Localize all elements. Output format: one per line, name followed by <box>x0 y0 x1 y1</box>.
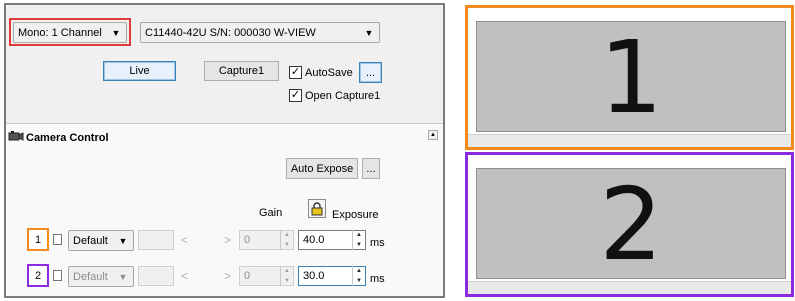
row2-exposure-field[interactable]: 30.0 ▲ ▼ <box>298 266 366 286</box>
row2-next-arrow-icon: > <box>224 269 232 283</box>
row2-gain-value: 0 <box>244 270 251 282</box>
capture1-button[interactable]: Capture1 <box>204 61 279 81</box>
camera-control-section: Camera Control ▲ Auto Expose ... Gain Ex… <box>6 124 443 296</box>
row1-unit: ms <box>370 237 385 249</box>
view-2[interactable]: 2 <box>465 152 794 297</box>
row2-preset-value: Default <box>73 270 108 283</box>
view-2-scrollbar[interactable] <box>468 281 791 294</box>
row1-index: 1 <box>29 230 47 249</box>
row2-color-field <box>138 266 174 286</box>
view-2-label: 2 <box>599 166 663 283</box>
autosave-label: AutoSave <box>305 67 353 79</box>
row2-unit: ms <box>370 273 385 285</box>
auto-expose-button[interactable]: Auto Expose <box>286 158 358 179</box>
checkmark-icon: ✓ <box>290 89 301 101</box>
camera-icon <box>8 131 24 141</box>
row2-gain-field: 0 ▲ ▼ <box>239 266 294 286</box>
camera-select-value: C11440-42U S/N: 000030 W-VIEW <box>145 26 316 39</box>
open-capture-checkbox[interactable]: ✓ <box>289 89 302 102</box>
view-1-scrollbar[interactable] <box>468 134 791 147</box>
camera-control-title: Camera Control <box>26 132 109 144</box>
row2-gain-spinner: ▲ ▼ <box>280 266 293 286</box>
row1-enable-checkbox[interactable] <box>53 234 62 245</box>
row1-prev-arrow-icon: < <box>181 233 189 247</box>
acquisition-section: Mono: 1 Channel ▼ C11440-42U S/N: 000030… <box>6 5 443 123</box>
view-2-image: 2 <box>476 168 786 279</box>
row2-exposure-spinner[interactable]: ▲ ▼ <box>352 266 365 286</box>
chevron-down-icon: ▼ <box>111 27 121 38</box>
row1-gain-value: 0 <box>244 234 251 246</box>
row1-color-field <box>138 230 174 250</box>
gain-header: Gain <box>259 207 283 219</box>
view-1[interactable]: 1 <box>465 5 794 150</box>
camera-select[interactable]: C11440-42U S/N: 000030 W-VIEW ▼ <box>140 22 380 43</box>
autosave-checkbox[interactable]: ✓ <box>289 66 302 79</box>
mode-select-value: Mono: 1 Channel <box>18 26 102 39</box>
auto-expose-options-button[interactable]: ... <box>362 158 380 179</box>
padlock-icon[interactable] <box>308 199 326 218</box>
checkmark-icon: ✓ <box>290 66 301 78</box>
chevron-down-icon: ▼ <box>118 271 128 282</box>
row1-next-arrow-icon: > <box>224 233 232 247</box>
row1-exposure-value: 40.0 <box>303 234 325 246</box>
row2-preset-select[interactable]: Default ▼ <box>68 266 134 287</box>
autosave-options-button[interactable]: ... <box>359 62 382 83</box>
chevron-down-icon: ▼ <box>118 235 128 246</box>
row1-preset-value: Default <box>73 234 108 247</box>
row1-gain-field: 0 ▲ ▼ <box>239 230 294 250</box>
row2-prev-arrow-icon: < <box>181 269 189 283</box>
row1-exposure-spinner[interactable]: ▲ ▼ <box>352 230 365 250</box>
row1-preset-select[interactable]: Default ▼ <box>68 230 134 251</box>
chevron-down-icon: ▼ <box>364 27 374 38</box>
collapse-up-icon[interactable]: ▲ <box>428 130 438 140</box>
live-button[interactable]: Live <box>103 61 176 81</box>
open-capture-label: Open Capture1 <box>305 90 381 102</box>
row2-exposure-value: 30.0 <box>303 270 325 282</box>
view-1-label: 1 <box>599 19 663 136</box>
camera-settings-panel: Mono: 1 Channel ▼ C11440-42U S/N: 000030… <box>4 3 445 298</box>
row1-gain-spinner: ▲ ▼ <box>280 230 293 250</box>
mode-select[interactable]: Mono: 1 Channel ▼ <box>13 22 127 43</box>
row2-enable-checkbox[interactable] <box>53 270 62 281</box>
row2-index: 2 <box>29 266 47 285</box>
row1-exposure-field[interactable]: 40.0 ▲ ▼ <box>298 230 366 250</box>
view-1-image: 1 <box>476 21 786 132</box>
exposure-header: Exposure <box>332 209 379 221</box>
